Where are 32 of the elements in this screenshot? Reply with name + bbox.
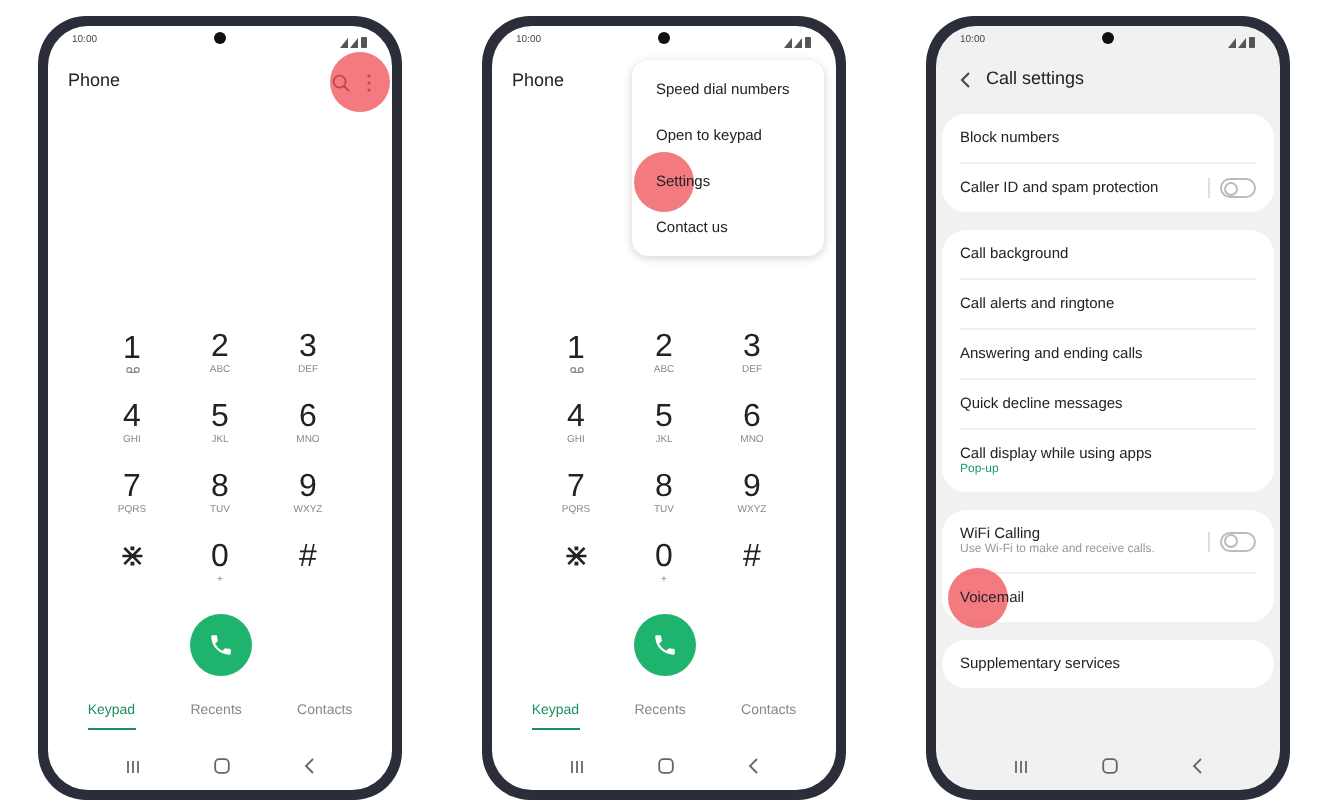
toggle-switch[interactable]	[1220, 178, 1256, 198]
phone-icon	[207, 631, 233, 657]
home-icon[interactable]	[213, 758, 230, 774]
app-title: Phone	[512, 68, 565, 95]
recent-apps-icon[interactable]	[1013, 759, 1028, 773]
camera-icon	[214, 32, 226, 44]
status-icons	[340, 36, 368, 48]
recent-apps-icon[interactable]	[569, 759, 584, 773]
back-icon[interactable]	[1192, 758, 1203, 774]
back-icon[interactable]	[748, 758, 759, 774]
dial-key[interactable]: 1	[88, 318, 176, 388]
call-button[interactable]	[189, 613, 251, 675]
status-icons	[1228, 36, 1256, 48]
dial-key[interactable]: ⋇	[532, 528, 620, 598]
phone-icon	[651, 631, 677, 657]
recent-apps-icon[interactable]	[125, 759, 140, 773]
voicemail-icon	[125, 366, 139, 374]
dial-key[interactable]: #	[708, 528, 796, 598]
app-title: Phone	[68, 68, 121, 95]
home-icon[interactable]	[657, 758, 674, 774]
screen-title: Call settings	[986, 66, 1085, 93]
toggle-switch[interactable]	[1220, 531, 1256, 551]
dial-key[interactable]: 1	[532, 318, 620, 388]
voicemail-icon	[569, 366, 583, 374]
dial-key[interactable]: #	[264, 528, 352, 598]
call-button[interactable]	[633, 613, 695, 675]
back-icon[interactable]	[304, 758, 315, 774]
status-icons	[784, 36, 812, 48]
camera-icon	[658, 32, 670, 44]
home-icon[interactable]	[1101, 758, 1118, 774]
camera-icon	[1102, 32, 1114, 44]
dial-key[interactable]: ⋇	[88, 528, 176, 598]
